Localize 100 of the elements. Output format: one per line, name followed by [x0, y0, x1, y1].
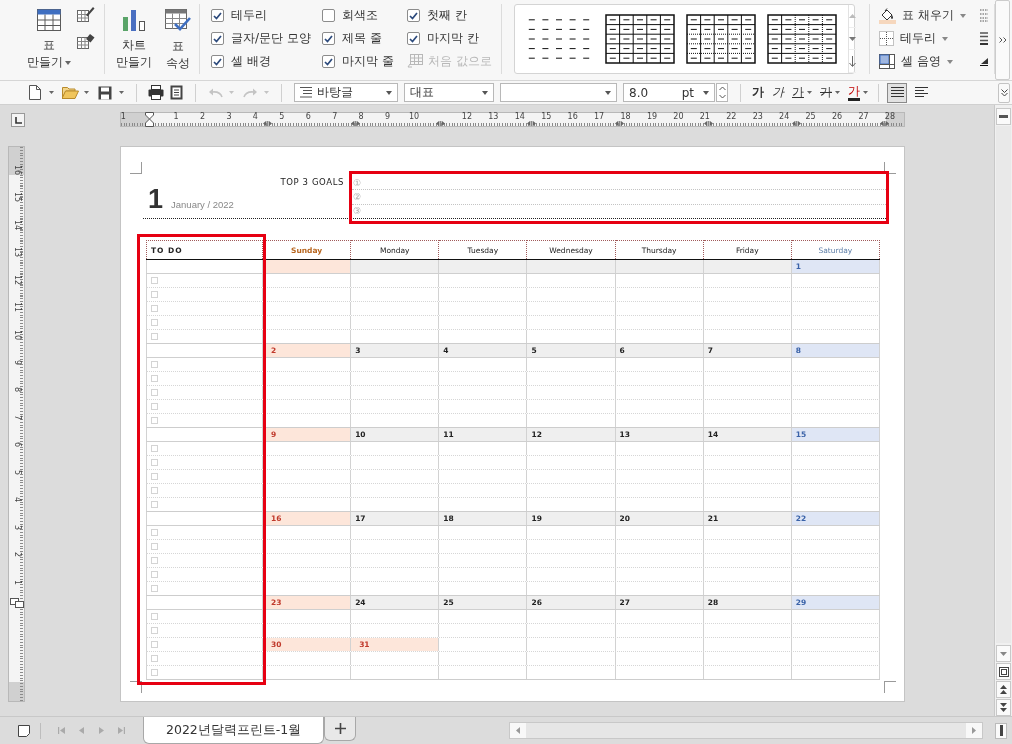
checkbox[interactable]	[322, 32, 335, 45]
todo-checkbox[interactable]	[151, 389, 158, 396]
checkbox-label[interactable]: 마지막 줄	[342, 53, 394, 70]
create-chart-button[interactable]: 차트 만들기	[111, 4, 157, 71]
erase-table-button[interactable]	[76, 32, 96, 50]
checkbox[interactable]	[322, 9, 335, 22]
column-marker-icon[interactable]	[435, 121, 445, 126]
checkbox[interactable]	[211, 32, 224, 45]
todo-checkbox[interactable]	[151, 403, 158, 410]
table-handle-icon[interactable]	[10, 598, 24, 608]
table-properties-button[interactable]: 표 속성	[161, 4, 195, 72]
split-view-button[interactable]	[996, 108, 1011, 125]
font-name-dropdown[interactable]	[500, 83, 617, 102]
cell-tool-dropdown[interactable]: 셀 음영	[879, 50, 974, 73]
column-marker-icon[interactable]	[880, 121, 889, 126]
text-format-button[interactable]: 가	[792, 82, 812, 103]
text-format-button[interactable]: 가	[772, 82, 784, 103]
toolbar-more-button[interactable]	[998, 82, 1010, 103]
checkbox[interactable]	[407, 9, 420, 22]
todo-checkbox[interactable]	[151, 543, 158, 550]
scroll-left-button[interactable]	[510, 723, 526, 738]
next-page-button[interactable]	[996, 699, 1011, 716]
goal-line: ②	[352, 190, 886, 205]
todo-checkbox[interactable]	[151, 375, 158, 382]
vertical-scrollbar[interactable]	[994, 105, 1012, 716]
todo-checkbox[interactable]	[151, 655, 158, 662]
todo-checkbox[interactable]	[151, 557, 158, 564]
ruler-number: 2	[200, 113, 206, 121]
todo-checkbox[interactable]	[151, 641, 158, 648]
alignment-button[interactable]	[887, 82, 907, 103]
page-view-button[interactable]	[996, 663, 1011, 680]
print-button[interactable]	[146, 82, 166, 103]
todo-checkbox[interactable]	[151, 459, 158, 466]
todo-checkbox[interactable]	[151, 291, 158, 298]
todo-checkbox[interactable]	[151, 669, 158, 676]
ruler-number: 12	[11, 274, 22, 285]
todo-checkbox[interactable]	[151, 417, 158, 424]
todo-checkbox[interactable]	[151, 305, 158, 312]
text-format-button[interactable]: 가	[820, 82, 840, 103]
column-marker-icon[interactable]	[792, 121, 801, 126]
down-arrow-icon	[849, 55, 856, 67]
todo-checkbox[interactable]	[151, 333, 158, 340]
cell-tool-dropdown[interactable]: 테두리	[879, 27, 974, 50]
language-dropdown[interactable]: 대표	[404, 83, 494, 102]
checkbox-label[interactable]: 테두리	[231, 7, 267, 24]
draw-table-button[interactable]	[76, 5, 96, 23]
scroll-right-button[interactable]	[966, 723, 982, 738]
todo-checkbox[interactable]	[151, 319, 158, 326]
checkbox-label[interactable]: 제목 줄	[342, 30, 382, 47]
column-marker-icon[interactable]	[263, 121, 272, 126]
style-dropdown[interactable]: 바탕글	[294, 83, 398, 102]
todo-checkbox[interactable]	[151, 361, 158, 368]
checkbox[interactable]	[322, 55, 335, 68]
create-table-button[interactable]: 표 만들기	[28, 4, 70, 71]
caret-icon	[386, 90, 392, 95]
sheet-tab[interactable]: 2022년달력프린트-1월	[143, 717, 325, 744]
ruler-number: 8	[11, 387, 22, 393]
text-format-button[interactable]: 가	[752, 82, 764, 103]
font-size-spinner[interactable]	[716, 83, 728, 102]
checkbox[interactable]	[407, 32, 420, 45]
caret-icon	[946, 59, 953, 64]
todo-checkbox[interactable]	[151, 445, 158, 452]
add-sheet-button[interactable]	[324, 717, 357, 741]
table-style-thumbnail[interactable]	[605, 14, 675, 64]
table-style-thumbnail[interactable]	[686, 14, 756, 64]
column-marker-icon[interactable]	[615, 121, 624, 126]
todo-checkbox[interactable]	[151, 487, 158, 494]
text-format-button[interactable]: 가	[848, 82, 868, 103]
checkbox-label[interactable]: 글자/문단 모양	[231, 30, 311, 47]
column-marker-icon[interactable]	[351, 121, 360, 126]
horizontal-scrollbar[interactable]	[509, 722, 983, 739]
caret-icon	[83, 91, 89, 94]
tab-type-button[interactable]	[11, 113, 25, 127]
checkbox[interactable]	[211, 55, 224, 68]
right-triangle-icon	[972, 727, 976, 734]
checkbox-label[interactable]: 첫째 칸	[427, 7, 467, 24]
checkbox-label[interactable]: 마지막 칸	[427, 30, 479, 47]
paragraph-lines-icon	[300, 87, 312, 98]
page-button[interactable]	[16, 722, 32, 739]
checkbox[interactable]	[211, 9, 224, 22]
table-style-thumbnail[interactable]	[767, 14, 837, 64]
todo-checkbox[interactable]	[151, 501, 158, 508]
double-up-triangle-icon	[1000, 685, 1007, 694]
todo-checkbox[interactable]	[151, 529, 158, 536]
column-marker-icon[interactable]	[527, 121, 536, 126]
todo-checkbox[interactable]	[151, 585, 158, 592]
todo-checkbox[interactable]	[151, 277, 158, 284]
previous-page-button[interactable]	[996, 681, 1011, 698]
indent-marker-icon[interactable]	[145, 112, 155, 127]
caret-icon	[482, 90, 488, 95]
column-marker-icon[interactable]	[704, 121, 713, 126]
todo-checkbox[interactable]	[151, 627, 158, 634]
checkbox-label[interactable]: 셀 배경	[231, 53, 271, 70]
cell-tool-dropdown[interactable]: 표 채우기	[879, 4, 974, 27]
font-size-field[interactable]: 8.0 pt	[623, 83, 715, 102]
split-button[interactable]	[995, 722, 1007, 739]
todo-checkbox[interactable]	[151, 613, 158, 620]
checkbox-label[interactable]: 회색조	[342, 7, 378, 24]
todo-checkbox[interactable]	[151, 571, 158, 578]
todo-checkbox[interactable]	[151, 473, 158, 480]
